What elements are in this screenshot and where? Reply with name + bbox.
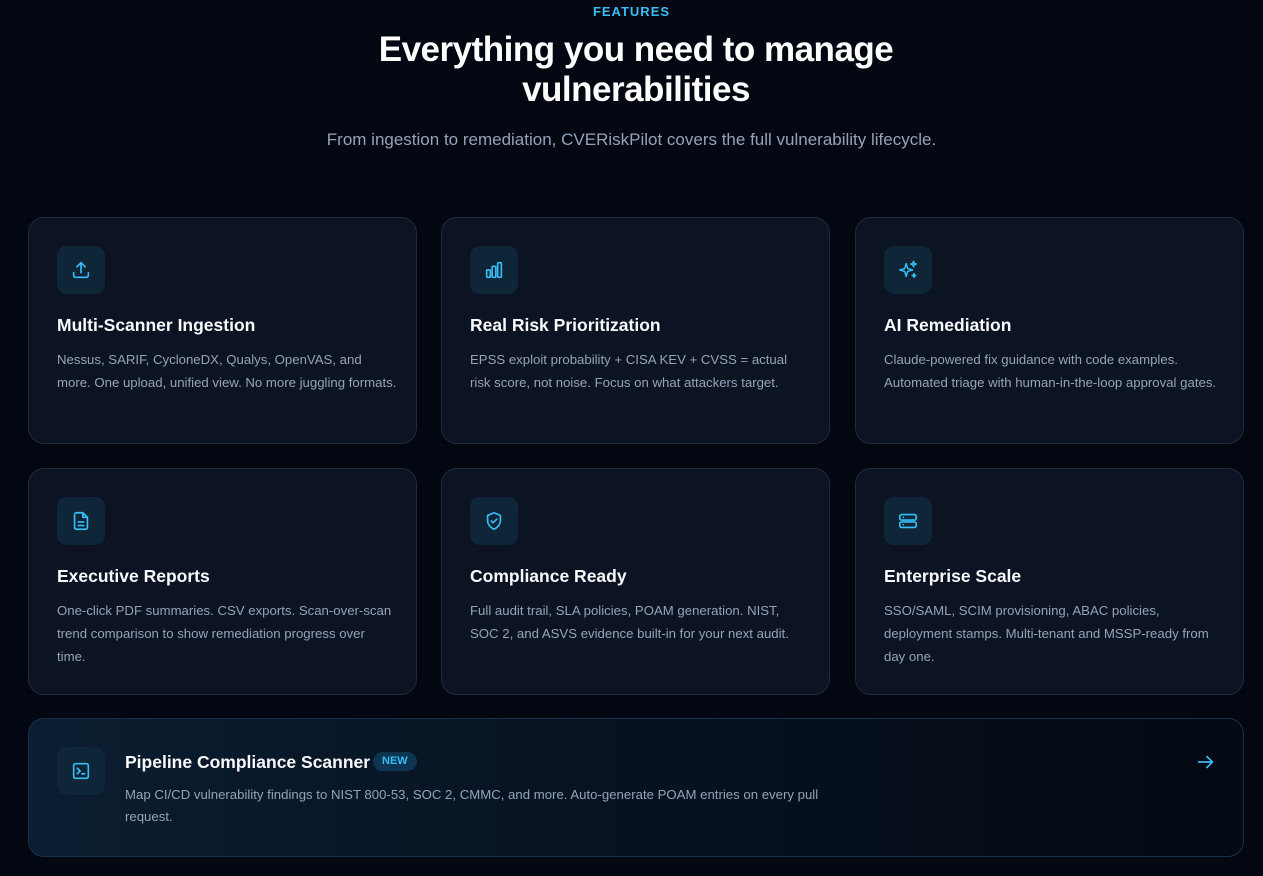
feature-title: AI Remediation <box>884 315 1012 335</box>
feature-title: Real Risk Prioritization <box>470 315 661 335</box>
feature-description: EPSS exploit probability + CISA KEV + CV… <box>470 352 788 390</box>
feature-description: Full audit trail, SLA policies, POAM gen… <box>470 603 789 641</box>
pipeline-description: Map CI/CD vulnerability findings to NIST… <box>125 787 819 824</box>
feature-card-real-risk-prioritization: Real Risk Prioritization EPSS exploit pr… <box>441 217 830 444</box>
upload-icon <box>57 246 105 294</box>
new-badge: NEW <box>373 752 417 771</box>
feature-title: Executive Reports <box>57 566 210 586</box>
feature-card-ai-remediation: AI Remediation Claude-powered fix guidan… <box>855 217 1244 444</box>
pipeline-compliance-scanner-card[interactable]: Pipeline Compliance Scanner NEW Map CI/C… <box>28 718 1244 857</box>
features-section: FEATURES Everything you need to manage v… <box>0 0 1263 876</box>
document-icon <box>57 497 105 545</box>
feature-card-executive-reports: Executive Reports One-click PDF summarie… <box>28 468 417 695</box>
feature-description: Nessus, SARIF, CycloneDX, Qualys, OpenVA… <box>57 352 397 390</box>
feature-title: Multi-Scanner Ingestion <box>57 315 256 335</box>
feature-card-multi-scanner-ingestion: Multi-Scanner Ingestion Nessus, SARIF, C… <box>28 217 417 444</box>
server-icon <box>884 497 932 545</box>
feature-description: One-click PDF summaries. CSV exports. Sc… <box>57 603 392 664</box>
feature-title: Enterprise Scale <box>884 566 1022 586</box>
feature-title: Compliance Ready <box>470 566 627 586</box>
section-subhead: From ingestion to remediation, CVERiskPi… <box>326 130 937 149</box>
arrow-right-icon[interactable] <box>1195 751 1217 773</box>
feature-description: SSO/SAML, SCIM provisioning, ABAC polici… <box>884 603 1209 664</box>
feature-card-compliance-ready: Compliance Ready Full audit trail, SLA p… <box>441 468 830 695</box>
feature-description: Claude-powered fix guidance with code ex… <box>884 352 1217 390</box>
sparkles-icon <box>884 246 932 294</box>
terminal-icon <box>57 747 105 795</box>
shield-check-icon <box>470 497 518 545</box>
section-headline: Everything you need to manage vulnerabil… <box>378 30 894 109</box>
feature-card-enterprise-scale: Enterprise Scale SSO/SAML, SCIM provisio… <box>855 468 1244 695</box>
section-eyebrow: FEATURES <box>592 4 671 19</box>
bar-chart-icon <box>470 246 518 294</box>
pipeline-title: Pipeline Compliance Scanner <box>125 752 371 772</box>
